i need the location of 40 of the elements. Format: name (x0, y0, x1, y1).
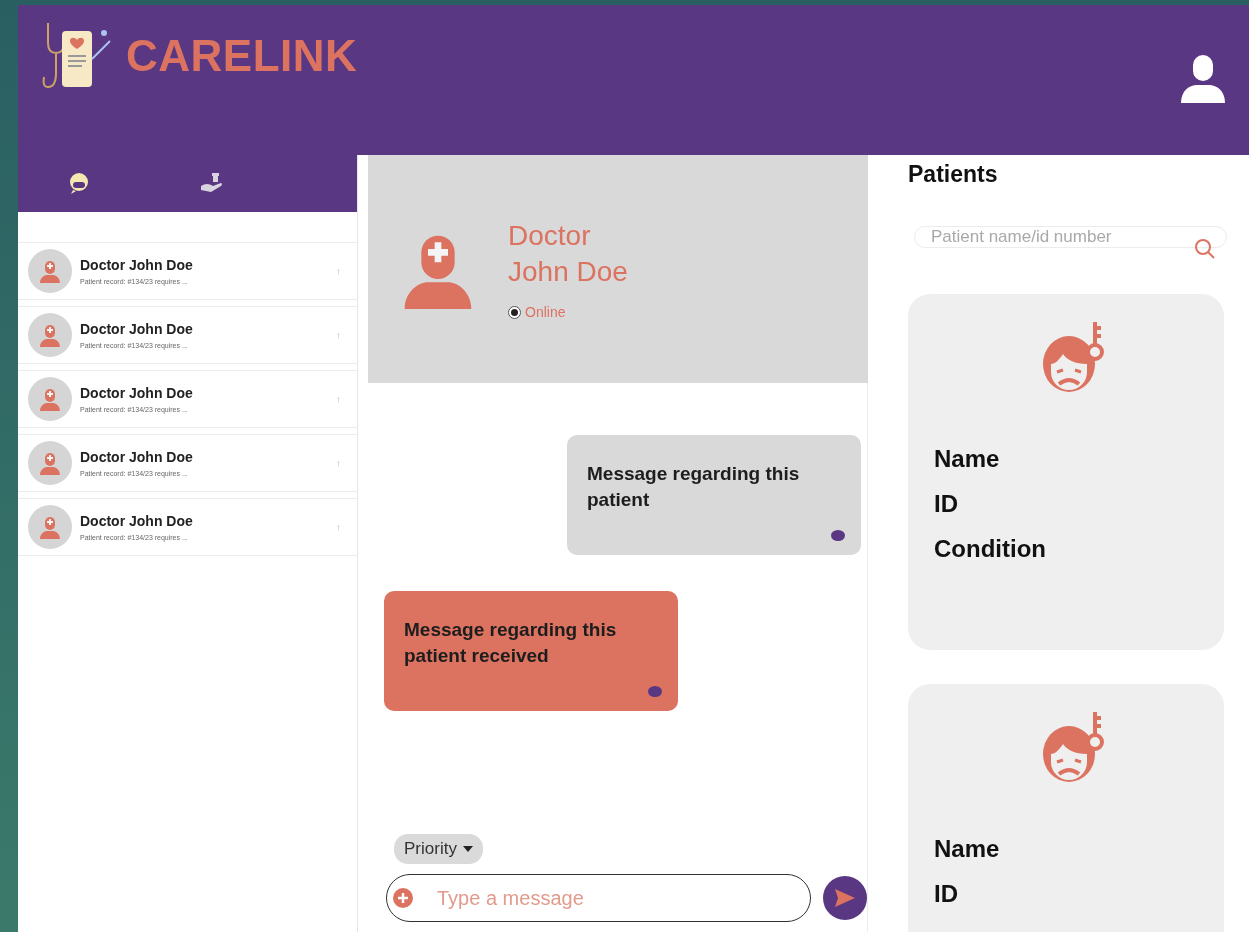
contact-name: John Doe (508, 255, 628, 289)
field-label: ID (934, 879, 959, 909)
field-label: Name (934, 444, 1001, 474)
arrow-mark: ↑ (336, 393, 341, 405)
message-text: Message regarding this patient received (404, 618, 618, 668)
read-dot (831, 530, 845, 541)
message-field[interactable]: Type a message (386, 874, 812, 922)
conversation-name: Doctor John Doe (80, 385, 194, 401)
chat-bubble-icon (67, 171, 91, 194)
read-dot (648, 686, 662, 697)
priority-dropdown[interactable]: Priority (394, 834, 483, 864)
status-label: Online (525, 304, 566, 321)
doctor-icon (38, 515, 62, 539)
arrow-mark: ↑ (336, 457, 341, 469)
conversation-name: Doctor John Doe (80, 321, 194, 337)
message-text: Message regarding this patient (587, 462, 801, 512)
arrow-mark: ↑ (336, 265, 341, 277)
patients-title: Patients (908, 161, 999, 188)
patient-search-field[interactable]: Patient name/id number (914, 226, 1227, 248)
patient-card[interactable]: Name ID (908, 684, 1224, 932)
brand-name: CARELINK (126, 31, 358, 81)
field-label: Condition (934, 534, 1047, 564)
conversation-name: Doctor John Doe (80, 257, 194, 273)
search-icon[interactable] (1193, 237, 1217, 261)
hand-icon (199, 171, 225, 194)
doctor-icon (38, 259, 62, 283)
doctor-icon (38, 387, 62, 411)
send-button[interactable] (823, 876, 867, 920)
add-icon[interactable] (392, 887, 414, 909)
doctor-icon (38, 323, 62, 347)
patient-card[interactable]: Name ID Condition (908, 294, 1224, 650)
contact-title: Doctor (508, 218, 592, 253)
doctor-icon (38, 451, 62, 475)
caret-icon (462, 846, 473, 852)
arrow-mark: ↑ (336, 521, 341, 533)
field-label: ID (934, 489, 959, 519)
conversation-name: Doctor John Doe (80, 513, 194, 529)
conversation-name: Doctor John Doe (80, 449, 194, 465)
arrow-mark: ↑ (336, 329, 341, 341)
field-label: Name (934, 834, 1001, 864)
